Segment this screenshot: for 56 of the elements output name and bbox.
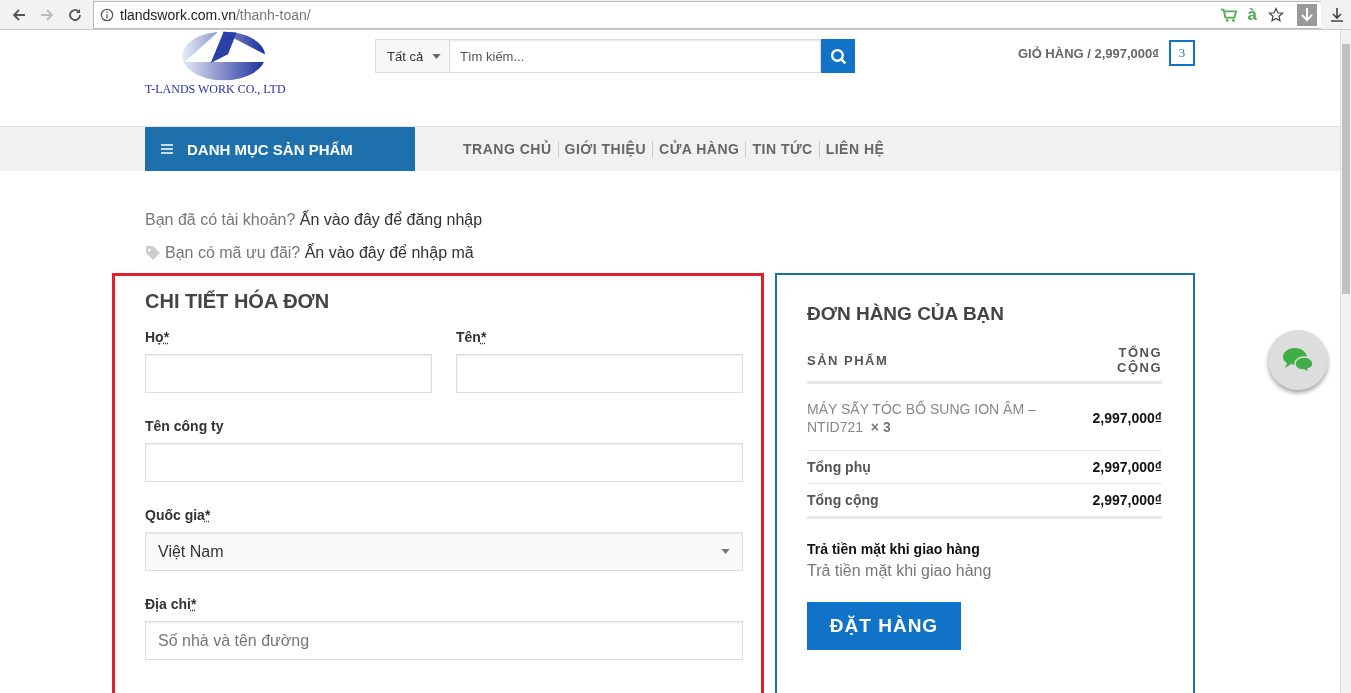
column-header: TỔNG CỘNG [1116, 345, 1162, 375]
cart-link[interactable]: GIỎ HÀNG / 2,997,000₫ [1017, 45, 1159, 61]
field-label: Quốc gia* [145, 507, 212, 523]
menu-icon [161, 144, 173, 154]
speech-bubbles-icon [1282, 347, 1314, 373]
search-field[interactable]: Tìm kiếm... [450, 39, 821, 73]
notice-link[interactable]: Ấn vào đây để nhập mã [304, 243, 474, 261]
url-text: tlandswork.com.vn/thanh-toan/ [120, 6, 312, 23]
input-field[interactable] [145, 354, 432, 393]
notice-link[interactable]: Ấn vào đây để đăng nhập [299, 210, 483, 228]
input-field[interactable] [145, 443, 743, 482]
nav-link[interactable]: TIN TỨC [746, 141, 820, 157]
search-icon [829, 47, 847, 65]
category-dropdown[interactable]: Tất cả [375, 39, 450, 73]
product-name: MÁY SẤY TÓC BỔ SUNG ION ÂM – NTID721 × 3 [807, 400, 1037, 436]
caret-icon [721, 549, 730, 554]
field-label: Tên công ty [145, 418, 225, 434]
download-icon[interactable] [1329, 6, 1345, 23]
nav-link[interactable]: GIỚI THIỆU [558, 141, 653, 157]
country-select[interactable]: Việt Nam [145, 532, 743, 571]
notice-text: Bạn có mã ưu đãi? Ấn vào đây để nhập mã [165, 243, 474, 262]
reload-icon[interactable] [67, 6, 83, 23]
total-label: Tổng phụ [807, 459, 871, 475]
extension-icon[interactable]: à [1247, 4, 1257, 25]
field-label: Tên* [456, 329, 488, 345]
notice-text: Bạn đã có tài khoản? Ấn vào đây để đăng nhập [145, 210, 483, 229]
caret-icon [432, 53, 441, 59]
logo-text: T-LANDS WORK CO., LTD [145, 82, 286, 97]
total-value: 2,997,000₫ [1092, 492, 1162, 508]
total-value: 2,997,000₫ [1092, 459, 1162, 475]
product-total: 2,997,000₫ [1092, 410, 1162, 426]
payment-method-title: Trả tiền mặt khi giao hàng [807, 541, 981, 557]
tag-icon [145, 244, 161, 261]
nav-link[interactable]: LIÊN HỆ [819, 141, 891, 157]
input-field[interactable] [456, 354, 743, 393]
star-icon[interactable] [1267, 6, 1285, 23]
order-title: ĐƠN HÀNG CỦA BẠN [807, 303, 1006, 325]
shopping-cart-icon[interactable] [1219, 6, 1238, 23]
billing-title: CHI TIẾT HÓA ĐƠN [145, 290, 331, 313]
forward-icon[interactable] [39, 6, 55, 23]
nav-link[interactable]: CỬA HÀNG [653, 141, 747, 157]
field-label: Địa chỉ* [145, 596, 198, 612]
input-field[interactable]: Số nhà và tên đường [145, 621, 743, 660]
place-order-button[interactable]: ĐẶT HÀNG [807, 602, 961, 650]
total-label: Tổng cộng [807, 492, 879, 508]
back-icon[interactable] [11, 6, 27, 23]
chat-button[interactable] [1268, 330, 1328, 390]
field-label: Họ* [145, 329, 171, 345]
search-button[interactable] [821, 39, 855, 73]
category-menu-button[interactable]: DANH MỤC SẢN PHẨM [145, 127, 415, 171]
scrollbar[interactable] [1340, 30, 1351, 693]
info-icon [100, 7, 114, 22]
column-header: SẢN PHẨM [807, 352, 889, 368]
nav-link[interactable]: TRANG CHỦ [457, 141, 559, 157]
payment-description: Trả tiền mặt khi giao hàng [807, 562, 993, 580]
cart-count-bag[interactable]: 3 [1169, 40, 1195, 66]
